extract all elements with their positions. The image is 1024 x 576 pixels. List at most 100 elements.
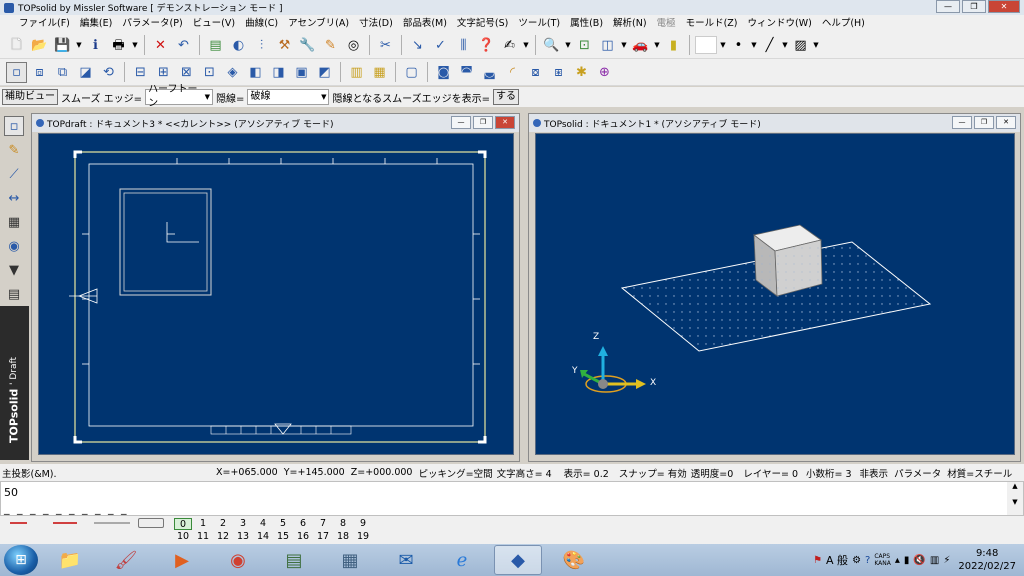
hammer-icon[interactable]: ⚒ bbox=[274, 35, 295, 56]
view-aux-icon[interactable]: ⧈ bbox=[29, 62, 50, 83]
status-decimals[interactable]: 小数桁= 3 bbox=[806, 466, 852, 480]
layer-13[interactable]: 13 bbox=[234, 531, 252, 543]
menu-tools[interactable]: ツール(T) bbox=[513, 15, 565, 32]
layer-2[interactable]: 2 bbox=[214, 518, 232, 530]
close-button[interactable]: ✕ bbox=[996, 116, 1016, 129]
project-3-icon[interactable]: ◛ bbox=[479, 62, 500, 83]
menu-view[interactable]: ビュー(V) bbox=[188, 15, 240, 32]
draft-canvas[interactable] bbox=[38, 133, 514, 455]
minimize-button[interactable]: — bbox=[451, 116, 471, 129]
view-split-icon[interactable]: ◫ bbox=[597, 35, 618, 56]
clock[interactable]: 9:48 2022/02/27 bbox=[958, 547, 1016, 573]
layer-4[interactable]: 4 bbox=[254, 518, 272, 530]
restore-button[interactable]: ❐ bbox=[473, 116, 493, 129]
restore-button[interactable]: ❐ bbox=[962, 0, 986, 13]
dimension-icon[interactable]: ↔ bbox=[4, 188, 24, 208]
new-document-icon[interactable]: 🗋 bbox=[6, 35, 27, 56]
solid-window[interactable]: TOPsolid : ドキュメント1 * (アソシアティブ モード) — ❐ ✕ bbox=[528, 113, 1021, 462]
start-button[interactable]: ⊞ bbox=[4, 545, 38, 575]
check-icon[interactable]: ↘ bbox=[407, 35, 428, 56]
solid-window-titlebar[interactable]: TOPsolid : ドキュメント1 * (アソシアティブ モード) — ❐ ✕ bbox=[529, 114, 1020, 132]
select-tool-icon[interactable]: ▫ bbox=[4, 116, 24, 136]
network-icon[interactable]: ▥ bbox=[930, 555, 939, 566]
menu-dimension[interactable]: 寸法(D) bbox=[354, 15, 398, 32]
graph-icon[interactable]: ✍ bbox=[499, 35, 520, 56]
hook-icon[interactable]: ❓ bbox=[476, 35, 497, 56]
command-scrollbar[interactable]: ▲ ▼ bbox=[1007, 482, 1023, 515]
command-area[interactable]: 50 _ _ _ _ _ _ _ _ _ _ ▲ ▼ bbox=[0, 481, 1024, 516]
project-4-icon[interactable]: ◜ bbox=[502, 62, 523, 83]
undo-icon[interactable]: ↶ bbox=[173, 35, 194, 56]
menu-parameter[interactable]: パラメータ(P) bbox=[117, 15, 187, 32]
open-folder-icon[interactable]: 📂 bbox=[29, 35, 50, 56]
hatch-icon[interactable]: ▨ bbox=[791, 35, 810, 56]
view-broken-icon[interactable]: ⊞ bbox=[153, 62, 174, 83]
frame-icon[interactable]: ▢ bbox=[401, 62, 422, 83]
zoom-icon[interactable]: 🔍 bbox=[541, 35, 562, 56]
view-rotate-icon[interactable]: ⟲ bbox=[98, 62, 119, 83]
project-2-icon[interactable]: ◚ bbox=[456, 62, 477, 83]
shade-dropdown-icon[interactable]: ▼ bbox=[653, 41, 661, 49]
brush-icon[interactable]: ✎ bbox=[320, 35, 341, 56]
layer-17[interactable]: 17 bbox=[314, 531, 332, 543]
menu-bom[interactable]: 部品表(M) bbox=[398, 15, 452, 32]
layer-15[interactable]: 15 bbox=[274, 531, 292, 543]
layer-18[interactable]: 18 bbox=[334, 531, 352, 543]
smooth-edge-select[interactable]: ハーフトーン ▼ bbox=[145, 84, 214, 109]
scissors-icon[interactable]: ✂ bbox=[375, 35, 396, 56]
cross-check-icon[interactable]: ✓ bbox=[430, 35, 451, 56]
restore-button[interactable]: ❐ bbox=[974, 116, 994, 129]
status-snap[interactable]: スナップ= 有効 bbox=[619, 466, 687, 480]
menu-text-symbol[interactable]: 文字記号(S) bbox=[452, 15, 513, 32]
layer-12[interactable]: 12 bbox=[214, 531, 232, 543]
layer-7[interactable]: 7 bbox=[314, 518, 332, 530]
view-unfold-icon[interactable]: ⊡ bbox=[199, 62, 220, 83]
layer-16[interactable]: 16 bbox=[294, 531, 312, 543]
layer-tool-icon[interactable]: ▤ bbox=[205, 35, 226, 56]
table-icon[interactable]: ▦ bbox=[4, 212, 24, 232]
view-cut-icon[interactable]: ⊠ bbox=[176, 62, 197, 83]
point-dropdown-icon[interactable]: ▼ bbox=[750, 41, 758, 49]
layer-6[interactable]: 6 bbox=[294, 518, 312, 530]
view-align-icon[interactable]: ◨ bbox=[268, 62, 289, 83]
menu-attribute[interactable]: 属性(B) bbox=[565, 15, 608, 32]
color-dropdown-icon[interactable]: ▼ bbox=[719, 41, 727, 49]
cylinder-icon[interactable]: ▮ bbox=[663, 35, 684, 56]
hidden-line-select[interactable]: 破線 ▼ bbox=[247, 89, 330, 105]
target-icon[interactable]: ⊕ bbox=[594, 62, 615, 83]
print-icon[interactable]: 🖶 bbox=[108, 35, 129, 56]
minimize-button[interactable]: — bbox=[952, 116, 972, 129]
layer-5[interactable]: 5 bbox=[274, 518, 292, 530]
measure-tool-icon[interactable]: ◐ bbox=[228, 35, 249, 56]
topsolid-app-icon[interactable]: ◆ bbox=[494, 545, 542, 575]
paint-app-icon[interactable]: 🖌 bbox=[102, 545, 150, 575]
print-dropdown-icon[interactable]: ▼ bbox=[131, 41, 139, 49]
layer-0[interactable]: 0 bbox=[174, 518, 192, 530]
menu-assembly[interactable]: アセンブリ(A) bbox=[283, 15, 354, 32]
status-picking[interactable]: ピッキング=空間 bbox=[418, 466, 492, 480]
minimize-button[interactable]: — bbox=[936, 0, 960, 13]
status-text-height[interactable]: 文字高さ= 4 bbox=[497, 466, 552, 480]
line-dropdown-icon[interactable]: ▼ bbox=[781, 41, 789, 49]
aux-view-button[interactable]: 補助ビュー bbox=[2, 89, 58, 105]
command-value[interactable]: 50 bbox=[4, 486, 18, 499]
notes-icon[interactable]: ▤ bbox=[270, 545, 318, 575]
draft-window[interactable]: TOPdraft : ドキュメント3 * <<カレント>> (アソシアティブ モ… bbox=[31, 113, 520, 462]
tray-device-icon[interactable]: ▮ bbox=[904, 555, 910, 566]
eye-icon[interactable]: ◎ bbox=[343, 35, 364, 56]
status-material[interactable]: 材質=スチール bbox=[947, 466, 1012, 480]
layer-3[interactable]: 3 bbox=[234, 518, 252, 530]
view-dropdown-icon[interactable]: ▼ bbox=[620, 41, 628, 49]
menu-file[interactable]: ファイル(F) bbox=[14, 15, 75, 32]
render-icon[interactable]: ◉ bbox=[4, 236, 24, 256]
ime-indicator[interactable]: A 般 bbox=[826, 552, 848, 568]
internet-explorer-icon[interactable]: ℯ bbox=[438, 545, 486, 575]
view-detail-icon[interactable]: ⧉ bbox=[52, 62, 73, 83]
close-button[interactable]: ✕ bbox=[495, 116, 515, 129]
zoom-fit-icon[interactable]: ⊡ bbox=[574, 35, 595, 56]
tray-expand-icon[interactable]: ▴ bbox=[895, 555, 900, 566]
explorer-icon[interactable]: 📁 bbox=[46, 545, 94, 575]
stack-icon[interactable]: ▤ bbox=[4, 284, 24, 304]
status-hidden[interactable]: 非表示 bbox=[860, 466, 889, 480]
layer-14[interactable]: 14 bbox=[254, 531, 272, 543]
